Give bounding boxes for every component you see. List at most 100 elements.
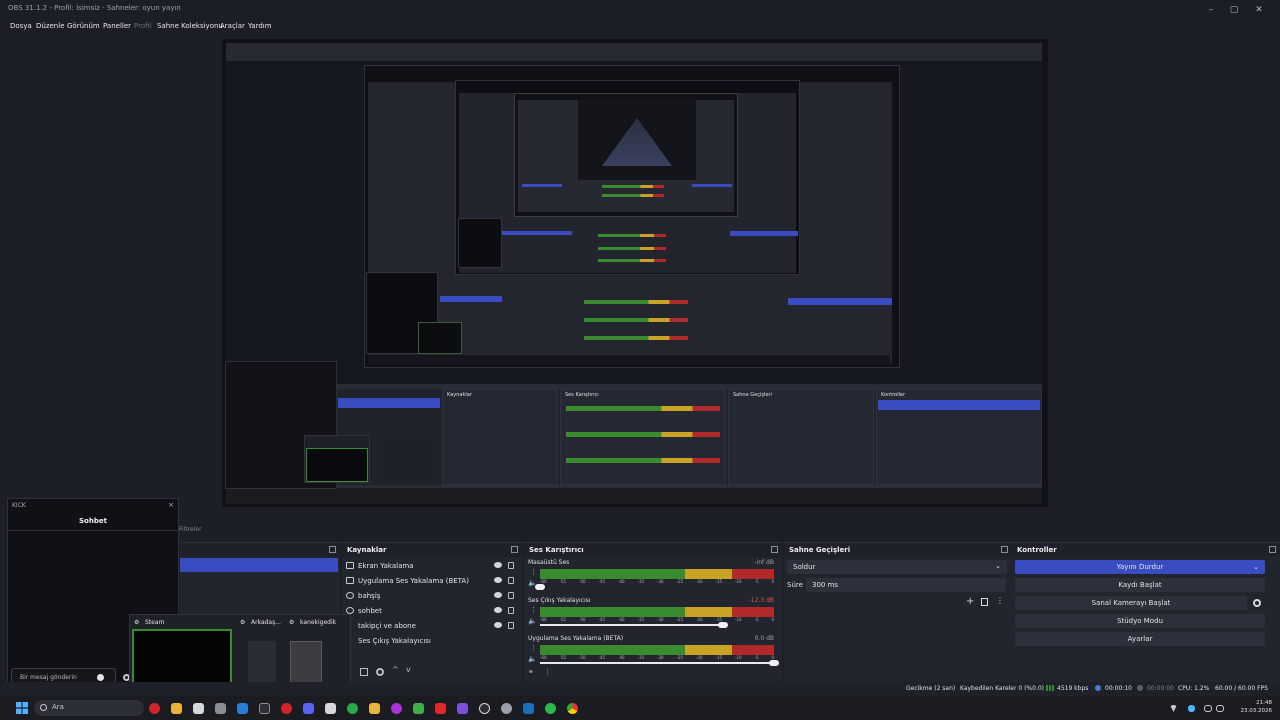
transition-select[interactable]: Soldur ⌄ — [787, 560, 1007, 574]
meter-tick: -40 — [618, 617, 625, 622]
network-icon[interactable] — [1204, 705, 1212, 712]
eye-icon[interactable] — [494, 577, 502, 583]
volume-slider[interactable] — [540, 624, 723, 626]
chevron-down-icon: ⌄ — [1253, 563, 1259, 571]
menu-duzenle[interactable]: Düzenle — [36, 22, 65, 30]
app-icon[interactable] — [281, 703, 292, 714]
minecraft-icon[interactable] — [413, 703, 424, 714]
volume-slider-handle[interactable] — [535, 584, 545, 590]
undock-icon[interactable] — [1269, 546, 1276, 553]
whatsapp-icon[interactable] — [545, 703, 556, 714]
steam-taskbar-icon[interactable] — [523, 703, 534, 714]
source-item[interactable]: sohbet — [346, 604, 516, 618]
steam-window-thumbnail[interactable] — [290, 641, 322, 687]
more-icon[interactable]: ⋮ — [530, 606, 537, 614]
source-item[interactable]: Ses Çıkış Yakalayıcısı — [346, 634, 516, 648]
trash-icon[interactable] — [981, 598, 988, 606]
app-icon[interactable] — [215, 703, 226, 714]
app-icon[interactable] — [479, 703, 490, 714]
taskbar-clock[interactable]: 21:48 23.03.2026 — [1241, 699, 1273, 715]
filters-tab[interactable]: Filtreler — [179, 526, 202, 533]
menu-yardim[interactable]: Yardım — [248, 22, 272, 30]
menu-profil[interactable]: Profil — [134, 22, 151, 30]
lock-icon[interactable] — [508, 562, 514, 569]
app-icon[interactable] — [347, 703, 358, 714]
app-icon[interactable] — [325, 703, 336, 714]
link-icon[interactable]: ⚭ — [528, 668, 534, 676]
steam-window-thumbnail[interactable] — [132, 629, 232, 687]
app-icon[interactable] — [193, 703, 204, 714]
menu-paneller[interactable]: Paneller — [103, 22, 131, 30]
chrome-icon[interactable] — [567, 703, 578, 714]
more-icon[interactable]: ⋮ — [544, 668, 551, 676]
menu-gorunum[interactable]: Görünüm — [67, 22, 100, 30]
start-virtual-camera-button[interactable]: Sanal Kamerayı Başlat — [1015, 596, 1247, 610]
menu-araclar[interactable]: Araçlar — [220, 22, 245, 30]
eye-icon[interactable] — [494, 622, 502, 628]
app-icon[interactable] — [259, 703, 270, 714]
undock-icon[interactable] — [1001, 546, 1008, 553]
emoji-icon[interactable] — [97, 674, 104, 681]
add-icon[interactable]: + — [966, 596, 974, 607]
transitions-dock-title: Sahne Geçişleri — [789, 546, 851, 554]
trash-icon[interactable] — [360, 668, 368, 676]
steam-window-thumbnail[interactable] — [248, 641, 276, 687]
app-icon[interactable] — [237, 703, 248, 714]
settings-button[interactable]: Ayarlar — [1015, 632, 1265, 646]
gear-icon[interactable] — [376, 668, 384, 676]
speaker-icon — [346, 577, 354, 584]
more-icon[interactable]: ⋮ — [530, 644, 537, 652]
menu-sahne-koleksiyonu[interactable]: Sahne Koleksiyonu — [157, 22, 223, 30]
discord-icon[interactable] — [303, 703, 314, 714]
undock-icon[interactable] — [511, 546, 518, 553]
close-button[interactable]: ✕ — [1248, 2, 1270, 18]
eye-icon[interactable] — [494, 592, 502, 598]
lock-icon[interactable] — [508, 592, 514, 599]
opera-icon[interactable] — [149, 703, 160, 714]
more-icon[interactable]: ⋮ — [996, 596, 1004, 605]
source-item[interactable]: Ekran Yakalama — [346, 559, 516, 573]
lock-icon[interactable] — [508, 607, 514, 614]
tray-icon[interactable] — [1188, 705, 1195, 712]
file-explorer-icon[interactable] — [171, 703, 182, 714]
stop-streaming-button[interactable]: Yayını Durdur ⌄ — [1015, 560, 1265, 574]
settings-icon[interactable] — [501, 703, 512, 714]
volume-icon[interactable] — [1216, 705, 1224, 712]
volume-slider[interactable] — [540, 662, 774, 664]
duration-input[interactable]: 300 ms — [806, 578, 1006, 592]
studio-mode-button[interactable]: Stüdyo Modu — [1015, 614, 1265, 628]
taskbar-search[interactable]: Ara — [34, 700, 144, 716]
source-item[interactable]: Uygulama Ses Yakalama (BETA) — [346, 574, 516, 588]
chevron-up-icon[interactable]: ^ — [392, 665, 399, 674]
menu-dosya[interactable]: Dosya — [10, 22, 32, 30]
eye-icon[interactable] — [494, 607, 502, 613]
undock-icon[interactable] — [329, 546, 336, 553]
source-item[interactable]: takipçi ve abone — [346, 619, 516, 633]
minimize-button[interactable]: – — [1200, 2, 1222, 18]
app-icon[interactable] — [369, 703, 380, 714]
chevron-down-icon[interactable]: v — [406, 665, 411, 674]
gear-icon[interactable] — [1253, 599, 1261, 607]
volume-slider-handle[interactable] — [718, 622, 728, 628]
eye-icon[interactable] — [494, 562, 502, 568]
nested-scene-highlight — [522, 184, 562, 187]
start-recording-button[interactable]: Kaydı Başlat — [1015, 578, 1265, 592]
youtube-icon[interactable] — [435, 703, 446, 714]
source-item[interactable]: bahşiş — [346, 589, 516, 603]
meter-scale: -60 -55 -50 -45 -40 -35 -30 -25 -20 -15 -10 -5 0 — [540, 617, 774, 622]
steam-overlay-popup: ⚙ Steam ⚙ Arkadaş... ⚙ kanekigedik — [129, 614, 351, 688]
undock-icon[interactable] — [771, 546, 778, 553]
lock-icon[interactable] — [508, 622, 514, 629]
scene-item-selected[interactable] — [180, 558, 338, 572]
more-icon[interactable]: ⋮ — [530, 568, 537, 576]
controls-dock-title: Kontroller — [1017, 546, 1057, 554]
app-icon[interactable] — [391, 703, 402, 714]
app-icon[interactable] — [457, 703, 468, 714]
speaker-icon[interactable]: 🔈 — [528, 655, 537, 663]
lock-icon[interactable] — [508, 577, 514, 584]
maximize-button[interactable]: ▢ — [1223, 2, 1245, 18]
volume-slider-handle[interactable] — [769, 660, 779, 666]
close-icon[interactable]: × — [168, 501, 174, 509]
speaker-icon[interactable]: 🔈 — [528, 617, 537, 625]
steam-icon: ⚙ — [134, 619, 140, 626]
